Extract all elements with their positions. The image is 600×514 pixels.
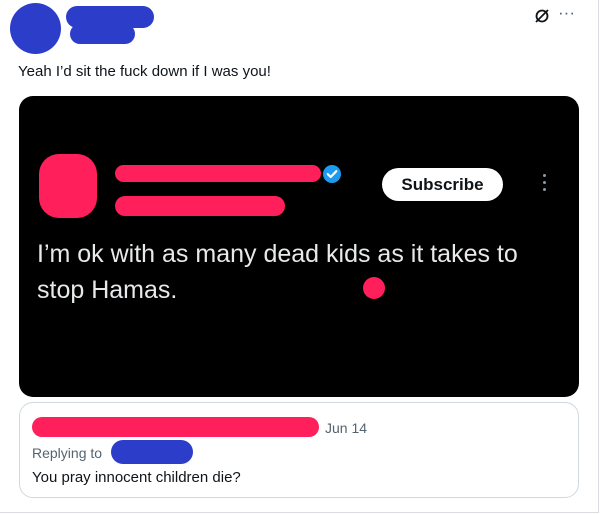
replying-to-label: Replying to — [32, 445, 103, 461]
media-avatar-redaction — [39, 154, 97, 218]
replying-to-handle-redaction[interactable] — [111, 440, 193, 464]
subscribe-button: Subscribe — [382, 168, 503, 201]
author-handle-redaction — [70, 24, 135, 44]
media-dot-redaction — [363, 277, 385, 299]
grok-icon[interactable] — [534, 8, 550, 24]
verified-badge-icon — [323, 165, 341, 183]
media-name-redaction — [115, 165, 321, 182]
more-horizontal-icon[interactable]: ··· — [558, 3, 575, 23]
quoted-reply-date: Jun 14 — [325, 420, 368, 436]
quoted-reply-text: You pray innocent children die? — [32, 469, 241, 486]
quoted-author-redaction — [32, 417, 319, 437]
media-quote-text: I’m ok with as many dead kids as it take… — [37, 240, 518, 304]
media-handle-redaction — [115, 196, 285, 216]
post-media-image[interactable]: Subscribe I’m ok with as many dead kids … — [19, 96, 579, 397]
more-vertical-icon — [542, 174, 548, 196]
post-text: Yeah I’d sit the fuck down if I was you! — [18, 63, 271, 80]
quoted-reply-card[interactable]: Jun 14 Replying to You pray innocent chi… — [19, 402, 579, 498]
author-avatar-redaction[interactable] — [10, 3, 61, 54]
